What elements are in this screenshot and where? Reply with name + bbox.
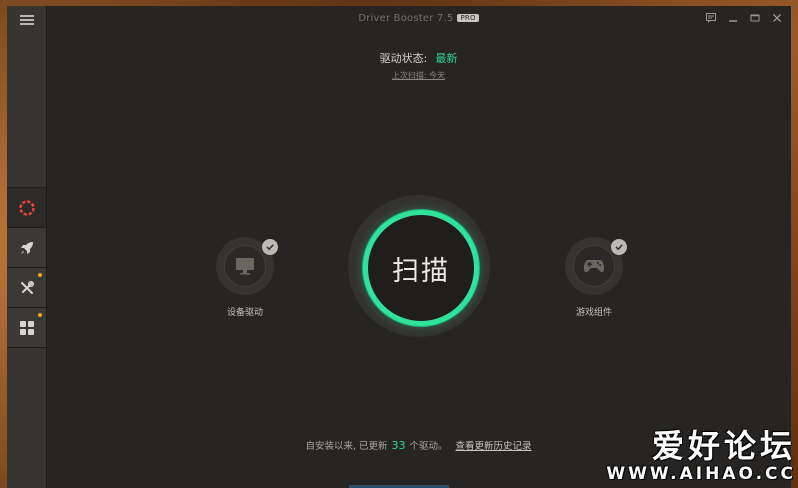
app-window: Driver Booster 7.5 PRO 驱动状态: 最新 上次扫描: 今天…	[7, 6, 791, 488]
feature-ring	[216, 237, 278, 295]
status-label: 驱动状态:	[379, 52, 428, 65]
watermark-sub: WWW.AIHAO.CC	[606, 464, 796, 484]
window-title: Driver Booster 7.5 PRO	[46, 13, 791, 24]
window-controls	[705, 12, 783, 24]
last-scan-link[interactable]: 上次扫描: 今天	[46, 70, 791, 81]
check-badge	[611, 239, 627, 255]
summary-prefix: 自安装以来, 已更新	[305, 441, 388, 452]
status-line: 驱动状态: 最新	[46, 50, 791, 66]
notification-dot	[38, 313, 42, 317]
feature-ring	[565, 237, 627, 295]
grid-icon	[19, 320, 34, 335]
feature-inner	[224, 245, 266, 287]
scan-button-label: 扫描	[392, 255, 450, 287]
summary-suffix: 个驱动。	[409, 441, 448, 452]
rocket-icon	[20, 241, 33, 254]
feature-game-components[interactable]: 游戏组件	[563, 237, 627, 318]
sidebar-nav	[7, 187, 46, 348]
feature-device-drivers[interactable]: 设备驱动	[214, 237, 278, 318]
app-title: Driver Booster 7.5	[358, 13, 454, 24]
watermark-main: 爱好论坛	[651, 427, 796, 465]
maximize-button[interactable]	[749, 12, 761, 24]
sidebar-item-boost[interactable]	[7, 227, 46, 267]
gamepad-icon	[583, 260, 605, 273]
sidebar-item-action-center[interactable]	[7, 307, 46, 347]
message-icon	[706, 13, 716, 23]
site-watermark: 爱好论坛 WWW.AIHAO.CC	[606, 428, 796, 484]
close-icon	[773, 14, 781, 22]
feedback-button[interactable]	[705, 12, 717, 24]
driver-status: 驱动状态: 最新 上次扫描: 今天	[46, 50, 791, 81]
check-icon	[266, 244, 274, 251]
tools-icon	[20, 280, 34, 294]
scan-ring-icon	[18, 199, 35, 216]
close-button[interactable]	[771, 12, 783, 24]
hamburger-icon	[19, 19, 34, 21]
monitor-icon	[236, 258, 254, 275]
feature-label: 设备驱动	[226, 308, 263, 318]
minimize-button[interactable]	[727, 12, 739, 24]
sidebar-divider	[7, 347, 46, 348]
driver-update-count: 33	[391, 439, 406, 452]
feature-label: 游戏组件	[575, 308, 612, 318]
view-update-history-link[interactable]: 查看更新历史记录	[456, 441, 532, 452]
scan-button[interactable]: 扫描	[363, 210, 479, 326]
title-bar: Driver Booster 7.5 PRO	[46, 6, 791, 32]
maximize-icon	[750, 14, 760, 22]
status-value: 最新	[435, 52, 458, 65]
check-badge	[262, 239, 278, 255]
sidebar-item-tools[interactable]	[7, 267, 46, 307]
feature-inner	[573, 245, 615, 287]
pro-badge: PRO	[457, 14, 479, 22]
menu-button[interactable]	[7, 6, 46, 34]
notification-dot	[38, 273, 42, 277]
check-icon	[615, 244, 623, 251]
sidebar	[7, 6, 47, 488]
sidebar-item-scan[interactable]	[7, 187, 46, 227]
minimize-icon	[729, 20, 737, 22]
